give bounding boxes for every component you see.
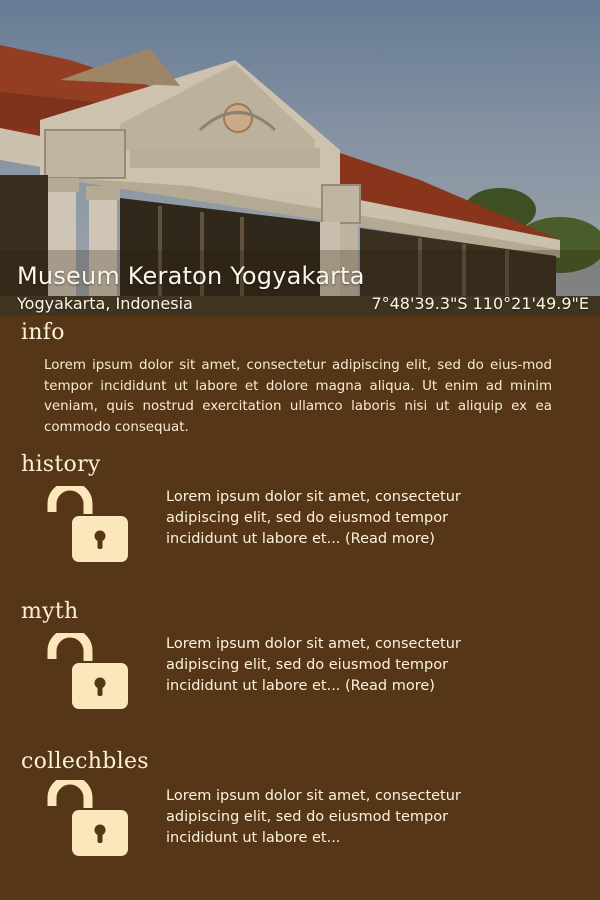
unlocked-padlock-icon[interactable] [46,486,130,564]
unlocked-padlock-icon[interactable] [46,780,130,858]
coordinates-label: 7°48'39.3"S 110°21'49.9"E [371,294,589,313]
info-text: Lorem ipsum dolor sit amet, consectetur … [44,358,552,435]
location-label: Yogyakarta, Indonesia [17,294,193,313]
myth-heading: myth [21,599,79,624]
info-heading: info [21,320,65,345]
myth-text[interactable]: Lorem ipsum dolor sit amet, consectetur … [166,634,506,697]
history-text[interactable]: Lorem ipsum dolor sit amet, consectetur … [166,487,506,550]
museum-title: Museum Keraton Yogyakarta [17,262,365,290]
hero-image: Museum Keraton Yogyakarta Yogyakarta, In… [0,0,600,316]
history-heading: history [21,452,101,477]
collectibles-text[interactable]: Lorem ipsum dolor sit amet, consectetur … [166,786,506,849]
unlocked-padlock-icon[interactable] [46,633,130,711]
collectibles-heading: collechbles [21,749,149,774]
